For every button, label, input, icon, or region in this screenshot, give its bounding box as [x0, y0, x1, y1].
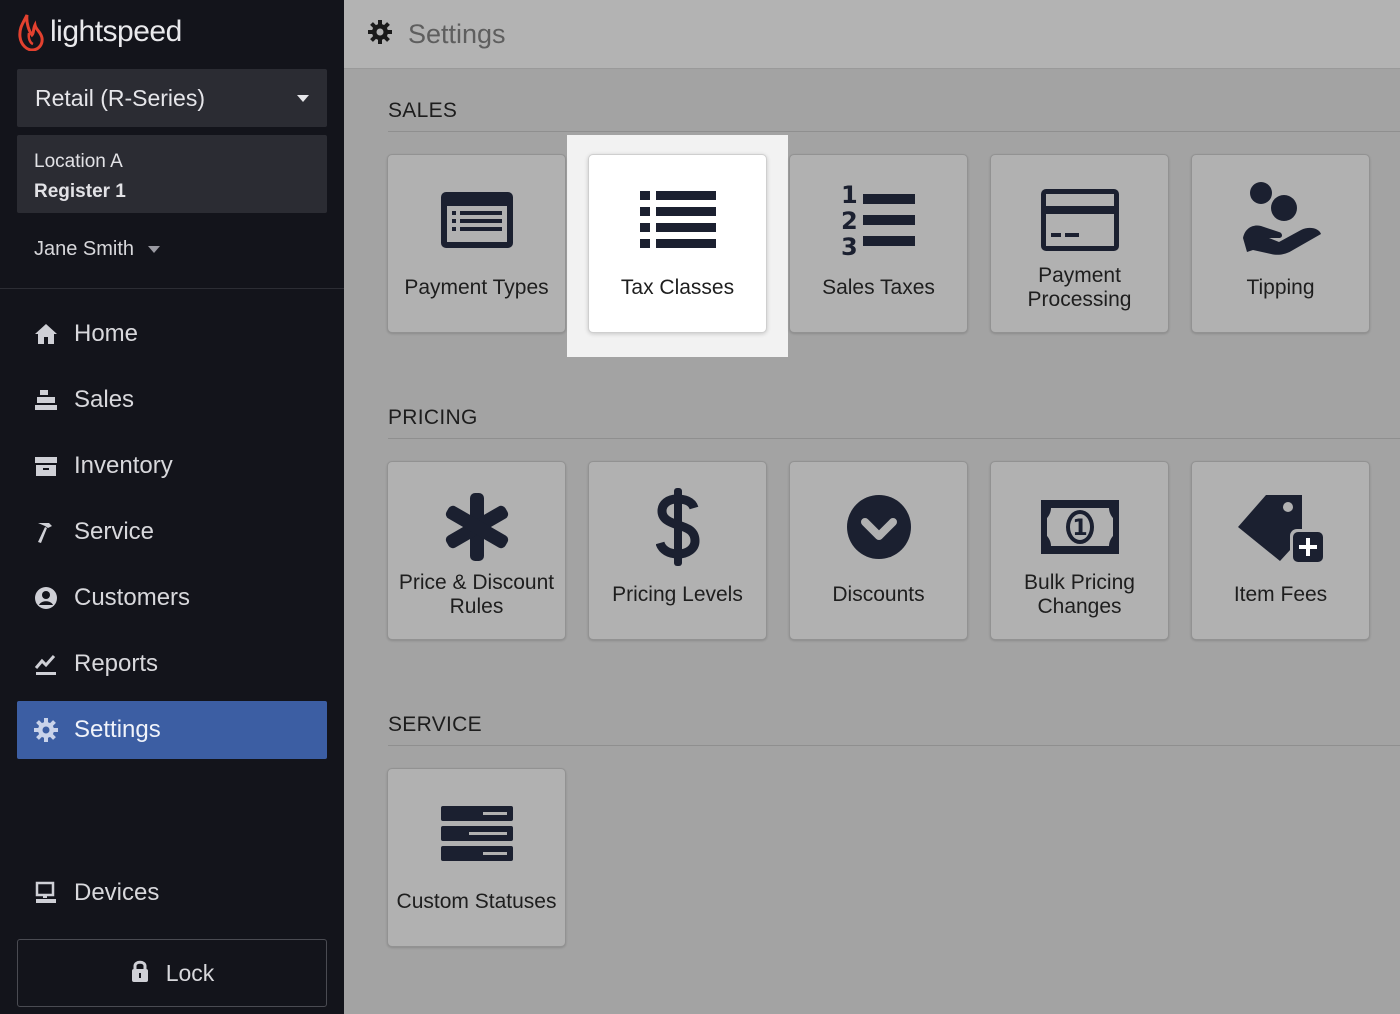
tile-payment-types[interactable]: Payment Types [387, 154, 566, 333]
dollar-icon [589, 488, 766, 566]
numbered-list-icon: 123 [790, 181, 967, 259]
sidebar-item-devices[interactable]: Devices [17, 864, 327, 922]
sidebar-item-settings[interactable]: Settings [17, 701, 327, 759]
user-menu[interactable]: Jane Smith [34, 238, 161, 261]
location-name: Location A [34, 151, 123, 172]
register-icon [33, 387, 59, 413]
tile-label: Bulk Pricing Changes [1024, 571, 1135, 618]
gear-icon [33, 717, 59, 743]
tile-item-fees[interactable]: Item Fees [1191, 461, 1370, 640]
tile-label: Price & Discount Rules [398, 571, 555, 618]
hand-coins-icon [1192, 182, 1369, 255]
banknote-icon: 1 [991, 492, 1168, 562]
svg-text:1: 1 [1072, 516, 1087, 541]
sidebar-item-label: Settings [74, 716, 161, 743]
sidebar-item-inventory[interactable]: Inventory [17, 437, 327, 495]
lock-icon [130, 959, 150, 988]
tile-discounts[interactable]: Discounts [789, 461, 968, 640]
sidebar-item-label: Home [74, 320, 139, 347]
asterisk-icon [388, 492, 565, 562]
section-divider [388, 131, 1400, 132]
server-icon [388, 799, 565, 869]
sidebar-item-service[interactable]: Service [17, 503, 327, 561]
computer-icon [33, 880, 59, 906]
sidebar-item-label: Inventory [74, 452, 173, 479]
tile-label: Tipping [1246, 276, 1315, 299]
tile-label: Custom Statuses [396, 890, 557, 913]
tile-price-discount-rules[interactable]: Price & Discount Rules [387, 461, 566, 640]
tile-label: Tax Classes [620, 276, 735, 299]
hammer-icon [33, 519, 59, 545]
location-register-selector[interactable]: Location A Register 1 [17, 135, 327, 213]
lock-label: Lock [165, 959, 215, 986]
list-icon [589, 185, 766, 255]
gear-icon [368, 19, 392, 49]
tile-label: Discounts [832, 583, 925, 606]
tile-bulk-pricing-changes[interactable]: 1 Bulk Pricing Changes [990, 461, 1169, 640]
main-nav: Home Sales Inventory Service Customers R… [17, 305, 327, 767]
product-selector[interactable]: Retail (R-Series) [17, 69, 327, 127]
credit-card-icon [991, 185, 1168, 255]
lightspeed-logo[interactable]: lightspeed [18, 12, 182, 52]
flame-icon [18, 14, 44, 51]
inventory-icon [33, 453, 59, 479]
sidebar-item-label: Sales [74, 386, 135, 413]
svg-text:2: 2 [841, 207, 858, 235]
chevron-down-icon [148, 246, 161, 253]
devices-label: Devices [74, 879, 160, 906]
sidebar-item-customers[interactable]: Customers [17, 569, 327, 627]
sidebar-item-label: Service [74, 518, 155, 545]
lock-button[interactable]: Lock [17, 939, 327, 1007]
chevron-circle-icon [790, 492, 967, 562]
tile-label: Payment Types [404, 276, 549, 299]
sidebar: lightspeed Retail (R-Series) Location A … [0, 0, 344, 1014]
tile-sales-taxes[interactable]: 123 Sales Taxes [789, 154, 968, 333]
tile-tipping[interactable]: Tipping [1191, 154, 1370, 333]
tile-label: Payment Processing [1027, 264, 1132, 311]
tag-plus-icon [1192, 492, 1369, 565]
page-title: Settings [408, 18, 506, 49]
page-header: Settings [344, 0, 1400, 69]
sidebar-item-label: Reports [74, 650, 159, 677]
customer-icon [33, 585, 59, 611]
chart-icon [33, 651, 59, 677]
section-divider [388, 438, 1400, 439]
register-name: Register 1 [34, 181, 126, 202]
chevron-down-icon [297, 94, 309, 102]
brand-name: lightspeed [50, 15, 182, 48]
tile-label: Sales Taxes [822, 276, 935, 299]
tile-custom-statuses[interactable]: Custom Statuses [387, 768, 566, 947]
card-list-icon [388, 185, 565, 255]
section-title-service: SERVICE [388, 713, 482, 736]
sidebar-item-reports[interactable]: Reports [17, 635, 327, 693]
section-title-pricing: PRICING [388, 406, 478, 429]
tile-label: Item Fees [1233, 583, 1328, 606]
section-divider [388, 745, 1400, 746]
sidebar-divider [0, 288, 344, 289]
tile-label: Pricing Levels [612, 583, 743, 606]
home-icon [33, 321, 59, 347]
sidebar-item-label: Customers [74, 584, 191, 611]
tile-payment-processing[interactable]: Payment Processing [990, 154, 1169, 333]
sidebar-item-sales[interactable]: Sales [17, 371, 327, 429]
user-name: Jane Smith [34, 238, 135, 260]
section-title-sales: SALES [388, 99, 458, 122]
sidebar-item-home[interactable]: Home [17, 305, 327, 363]
tile-pricing-levels[interactable]: Pricing Levels [588, 461, 767, 640]
svg-text:1: 1 [841, 181, 858, 209]
tile-tax-classes[interactable]: Tax Classes [588, 154, 767, 333]
product-selector-label: Retail (R-Series) [35, 84, 205, 111]
